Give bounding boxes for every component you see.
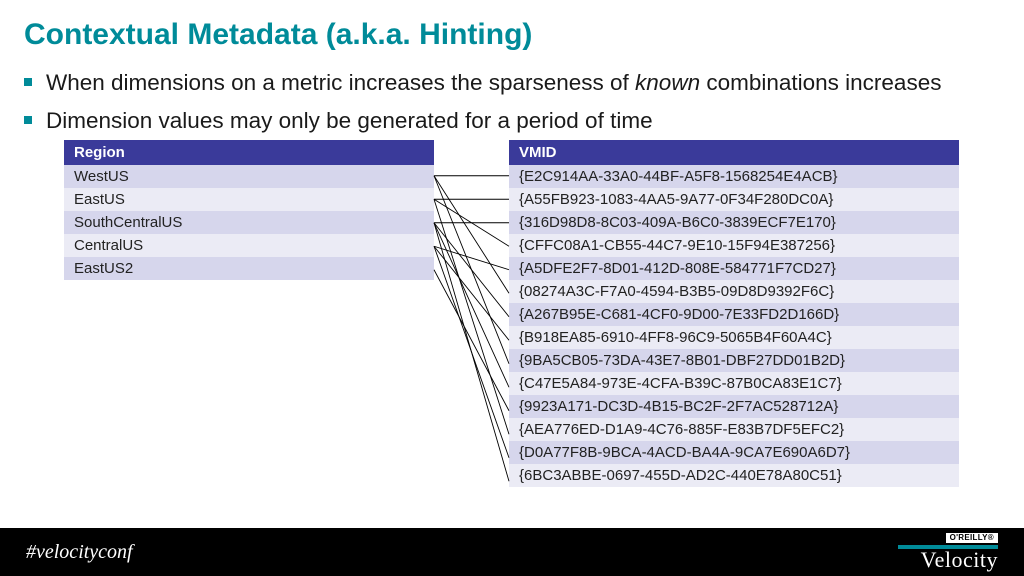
vmid-header: VMID bbox=[509, 140, 959, 165]
tables-area: Region WestUSEastUSSouthCentralUSCentral… bbox=[64, 140, 964, 516]
footer-bar: #velocityconf O'REILLY® Velocity bbox=[0, 528, 1024, 576]
region-cell: EastUS2 bbox=[64, 257, 434, 280]
bullet-list: When dimensions on a metric increases th… bbox=[0, 68, 1024, 137]
table-row: WestUS bbox=[64, 165, 434, 188]
region-cell: EastUS bbox=[64, 188, 434, 211]
vmid-cell: {B918EA85-6910-4FF8-96C9-5065B4F60A4C} bbox=[509, 326, 959, 349]
vmid-cell: {9BA5CB05-73DA-43E7-8B01-DBF27DD01B2D} bbox=[509, 349, 959, 372]
table-row: {A5DFE2F7-8D01-412D-808E-584771F7CD27} bbox=[509, 257, 959, 280]
table-row: {CFFC08A1-CB55-44C7-9E10-15F94E387256} bbox=[509, 234, 959, 257]
vmid-cell: {316D98D8-8C03-409A-B6C0-3839ECF7E170} bbox=[509, 211, 959, 234]
bullet-item: Dimension values may only be generated f… bbox=[24, 106, 1024, 136]
table-row: SouthCentralUS bbox=[64, 211, 434, 234]
table-row: {A267B95E-C681-4CF0-9D00-7E33FD2D166D} bbox=[509, 303, 959, 326]
region-header: Region bbox=[64, 140, 434, 165]
vmid-cell: {E2C914AA-33A0-44BF-A5F8-1568254E4ACB} bbox=[509, 165, 959, 188]
oreilly-badge: O'REILLY® bbox=[946, 533, 998, 543]
vmid-cell: {CFFC08A1-CB55-44C7-9E10-15F94E387256} bbox=[509, 234, 959, 257]
bullet-icon bbox=[24, 78, 32, 86]
table-row: {B918EA85-6910-4FF8-96C9-5065B4F60A4C} bbox=[509, 326, 959, 349]
vmid-cell: {08274A3C-F7A0-4594-B3B5-09D8D9392F6C} bbox=[509, 280, 959, 303]
vmid-cell: {6BC3ABBE-0697-455D-AD2C-440E78A80C51} bbox=[509, 464, 959, 487]
table-row: {6BC3ABBE-0697-455D-AD2C-440E78A80C51} bbox=[509, 464, 959, 487]
vmid-table: VMID {E2C914AA-33A0-44BF-A5F8-1568254E4A… bbox=[509, 140, 959, 487]
vmid-cell: {9923A171-DC3D-4B15-BC2F-2F7AC528712A} bbox=[509, 395, 959, 418]
brand-block: O'REILLY® Velocity bbox=[898, 533, 998, 571]
table-row: CentralUS bbox=[64, 234, 434, 257]
bullet-text: Dimension values may only be generated f… bbox=[46, 106, 653, 136]
bullet-icon bbox=[24, 116, 32, 124]
vmid-cell: {D0A77F8B-9BCA-4ACD-BA4A-9CA7E690A6D7} bbox=[509, 441, 959, 464]
bullet-item: When dimensions on a metric increases th… bbox=[24, 68, 1024, 98]
region-cell: SouthCentralUS bbox=[64, 211, 434, 234]
region-cell: WestUS bbox=[64, 165, 434, 188]
vmid-cell: {A267B95E-C681-4CF0-9D00-7E33FD2D166D} bbox=[509, 303, 959, 326]
table-row: {D0A77F8B-9BCA-4ACD-BA4A-9CA7E690A6D7} bbox=[509, 441, 959, 464]
bullet-text: When dimensions on a metric increases th… bbox=[46, 68, 941, 98]
vmid-cell: {A55FB923-1083-4AA5-9A77-0F34F280DC0A} bbox=[509, 188, 959, 211]
slide-title: Contextual Metadata (a.k.a. Hinting) bbox=[0, 0, 1024, 52]
region-cell: CentralUS bbox=[64, 234, 434, 257]
table-row: {A55FB923-1083-4AA5-9A77-0F34F280DC0A} bbox=[509, 188, 959, 211]
table-row: {9BA5CB05-73DA-43E7-8B01-DBF27DD01B2D} bbox=[509, 349, 959, 372]
table-row: {E2C914AA-33A0-44BF-A5F8-1568254E4ACB} bbox=[509, 165, 959, 188]
vmid-cell: {A5DFE2F7-8D01-412D-808E-584771F7CD27} bbox=[509, 257, 959, 280]
vmid-cell: {C47E5A84-973E-4CFA-B39C-87B0CA83E1C7} bbox=[509, 372, 959, 395]
region-table: Region WestUSEastUSSouthCentralUSCentral… bbox=[64, 140, 434, 280]
brand-name: Velocity bbox=[921, 549, 998, 571]
table-row: {316D98D8-8C03-409A-B6C0-3839ECF7E170} bbox=[509, 211, 959, 234]
table-row: {C47E5A84-973E-4CFA-B39C-87B0CA83E1C7} bbox=[509, 372, 959, 395]
hashtag: #velocityconf bbox=[26, 541, 133, 564]
table-row: EastUS2 bbox=[64, 257, 434, 280]
table-row: EastUS bbox=[64, 188, 434, 211]
table-row: {AEA776ED-D1A9-4C76-885F-E83B7DF5EFC2} bbox=[509, 418, 959, 441]
table-row: {08274A3C-F7A0-4594-B3B5-09D8D9392F6C} bbox=[509, 280, 959, 303]
vmid-cell: {AEA776ED-D1A9-4C76-885F-E83B7DF5EFC2} bbox=[509, 418, 959, 441]
table-row: {9923A171-DC3D-4B15-BC2F-2F7AC528712A} bbox=[509, 395, 959, 418]
